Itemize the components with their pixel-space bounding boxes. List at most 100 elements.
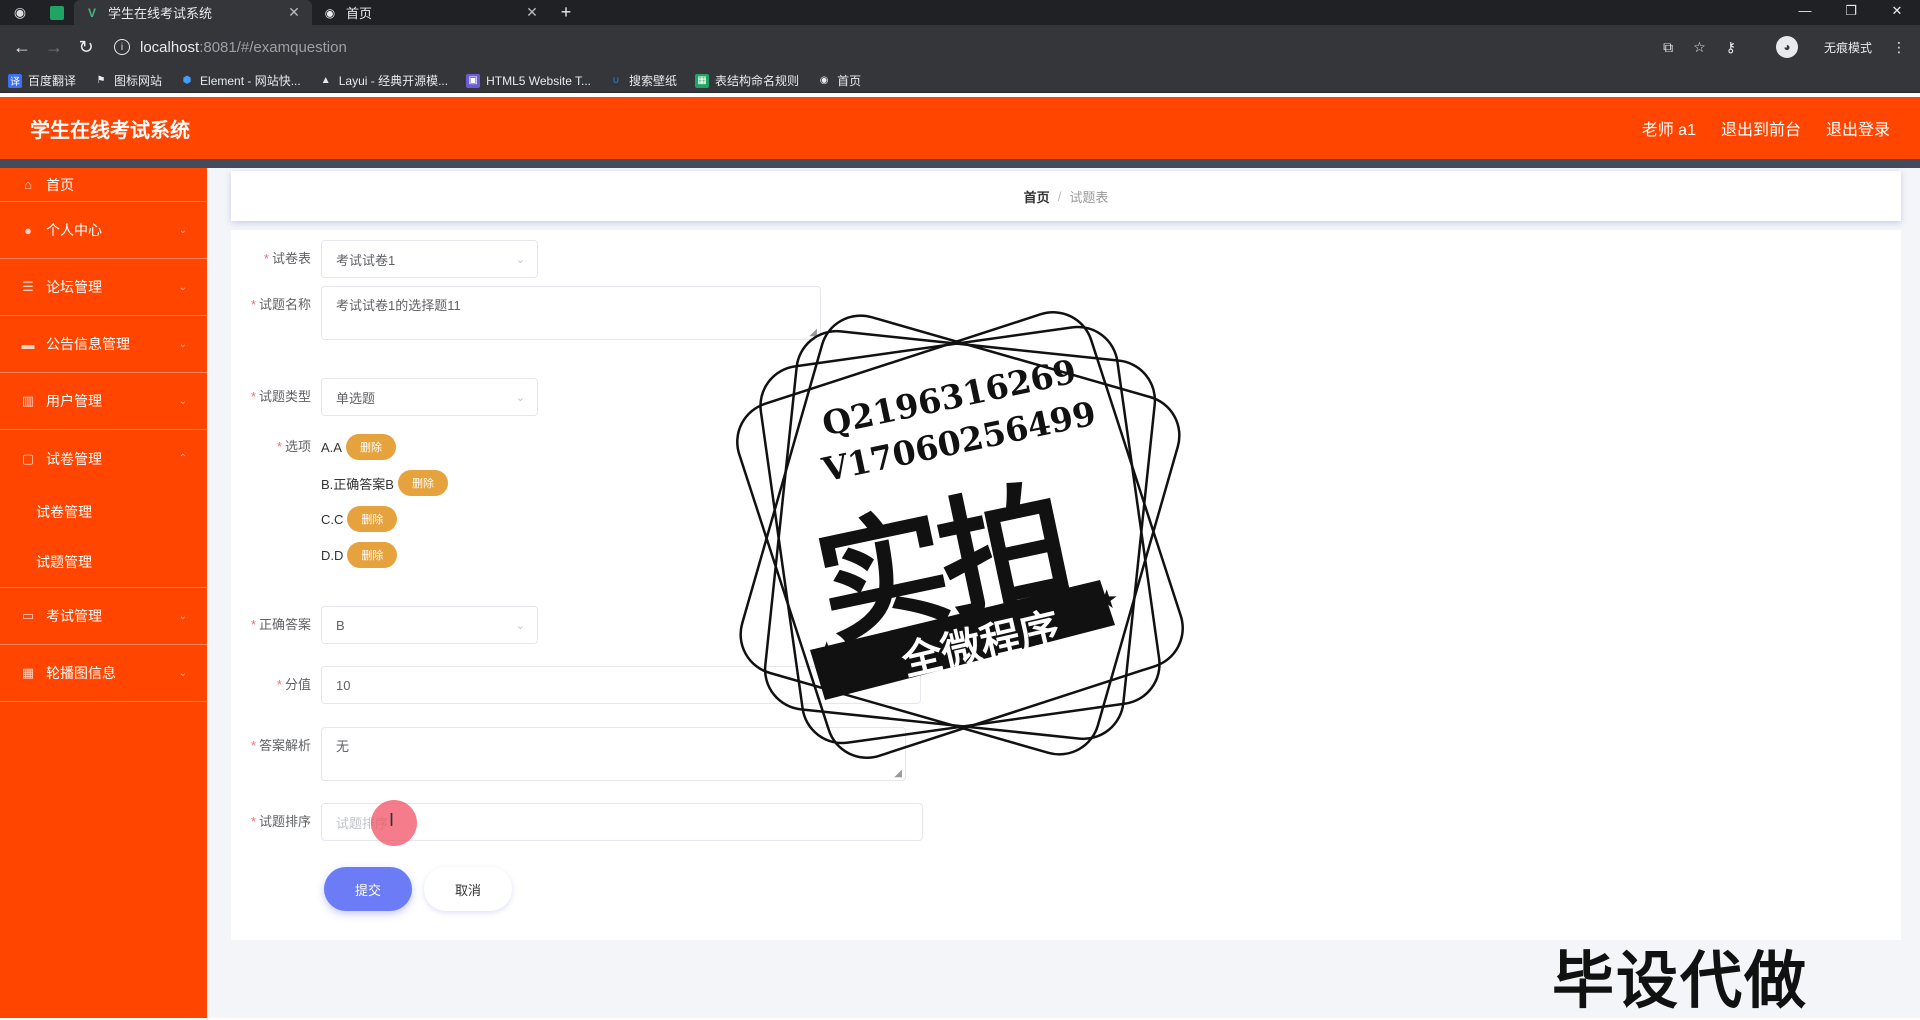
- option-item: A.A 删除: [321, 434, 448, 460]
- address-bar: ← → ↻ i localhost:8081/#/examquestion ⧉ …: [0, 25, 1920, 69]
- html5-icon: ▣: [466, 73, 481, 88]
- submenu-papers: 试卷管理 试题管理: [0, 487, 207, 588]
- sidebar-item-label: 个人中心: [46, 222, 102, 238]
- incognito-label: 无痕模式: [1823, 40, 1872, 55]
- delete-option-button[interactable]: 删除: [397, 470, 448, 496]
- incognito-icon: ◕: [1775, 36, 1798, 58]
- watermark-stamp: ★ ★ Q2196316269 V17060256499 实拍 全微程序: [720, 290, 1200, 790]
- paper-select[interactable]: 考试试卷1 ⌄: [321, 240, 538, 278]
- chevron-down-icon: ⌄: [178, 281, 187, 293]
- sidebar-item-label: 轮播图信息: [46, 665, 116, 681]
- app-header: 学生在线考试系统 老师 a1 退出到前台 退出登录: [0, 97, 1920, 159]
- tab-title: 首页: [346, 6, 373, 21]
- back-icon[interactable]: ←: [8, 33, 36, 61]
- browser-menu-icon[interactable]: ◉: [0, 0, 40, 25]
- key-icon[interactable]: ⚷: [1726, 39, 1736, 56]
- breadcrumb: 首页 / 试题表: [231, 171, 1901, 221]
- bookmarks-bar: 译百度翻译 ⚑ 图标网站 ⬢ Element - 网站快... ▲ Layui - 经…: [0, 69, 1920, 93]
- layui-icon: ▲: [320, 75, 331, 86]
- bookmark-item[interactable]: ∪ 搜索壁纸: [609, 72, 677, 89]
- forward-icon[interactable]: →: [40, 33, 68, 61]
- watermark-bottom: 毕设代做: [1552, 944, 1809, 1017]
- sidebar-item-forum[interactable]: ☰ 论坛管理 ⌄: [0, 259, 207, 316]
- url-field[interactable]: i localhost:8081/#/examquestion: [104, 31, 1643, 63]
- close-icon[interactable]: ✕: [286, 4, 302, 21]
- chevron-down-icon: ⌄: [178, 610, 187, 622]
- sidebar-item-users[interactable]: ▥ 用户管理 ⌄: [0, 373, 207, 430]
- form-row-type: * 试题类型 单选题 ⌄: [231, 378, 538, 416]
- new-tab-button[interactable]: +: [550, 0, 582, 25]
- bookmark-item[interactable]: ▣ HTML5 Website T...: [466, 73, 591, 88]
- sidebar-item-carousel[interactable]: ▦ 轮播图信息 ⌄: [0, 645, 207, 702]
- sidebar-item-profile[interactable]: ● 个人中心 ⌄: [0, 202, 207, 259]
- form-label: * 试卷表: [263, 251, 311, 266]
- submit-button[interactable]: 提交: [324, 867, 412, 911]
- form-label: * 分值: [276, 677, 311, 692]
- answer-select[interactable]: B ⌄: [321, 606, 538, 644]
- chevron-down-icon: ⌄: [515, 391, 525, 404]
- sidebar-item-label: 考试管理: [46, 608, 102, 624]
- close-window-icon[interactable]: ✕: [1874, 0, 1920, 25]
- sidebar-item-papers[interactable]: ▢ 试卷管理 ⌃: [0, 430, 207, 487]
- chevron-down-icon: ⌄: [515, 619, 525, 632]
- bookmark-item[interactable]: ▲ Layui - 经典开源模...: [319, 72, 448, 89]
- star-icon[interactable]: ☆: [1693, 39, 1706, 56]
- doc-icon: ▭: [21, 608, 35, 623]
- bookmark-item[interactable]: 译百度翻译: [8, 72, 76, 89]
- list-icon: ☰: [22, 279, 34, 294]
- bookmark-item[interactable]: ▦ 表结构命名规则: [695, 72, 799, 89]
- form-label: * 试题名称: [250, 297, 311, 312]
- tab-exam-system[interactable]: V 学生在线考试系统 ✕: [74, 0, 312, 25]
- sidebar-item-exams[interactable]: ▭ 考试管理 ⌄: [0, 588, 207, 645]
- cancel-button[interactable]: 取消: [424, 867, 512, 911]
- delete-option-button[interactable]: 删除: [345, 434, 396, 460]
- form-row-answer: * 正确答案 B ⌄: [231, 606, 538, 644]
- url-path: :8081/#/examquestion: [199, 38, 347, 56]
- option-item: D.D 删除: [321, 542, 448, 568]
- chevron-down-icon: ⌄: [178, 338, 187, 350]
- sidebar-item-notice[interactable]: ▬ 公告信息管理 ⌄: [0, 316, 207, 373]
- info-icon[interactable]: i: [114, 39, 130, 55]
- sidebar-item-home[interactable]: ⌂ 首页: [0, 168, 207, 202]
- flag-icon: ⚑: [96, 75, 106, 86]
- sidebar: ⌂ 首页 ● 个人中心 ⌄ ☰ 论坛管理 ⌄ ▬ 公告信息管理 ⌄ ▥ 用户管理…: [0, 168, 207, 1018]
- bookmark-item[interactable]: ⬢ Element - 网站快...: [180, 72, 301, 89]
- close-icon[interactable]: ✕: [524, 4, 540, 21]
- restore-icon[interactable]: ❐: [1828, 0, 1874, 25]
- minimize-icon[interactable]: —: [1782, 0, 1828, 25]
- text-cursor-icon: I: [389, 810, 395, 830]
- tab-title: 学生在线考试系统: [108, 6, 213, 21]
- reload-icon[interactable]: ↻: [72, 33, 100, 61]
- bookmark-item[interactable]: ⚑ 图标网站: [94, 72, 163, 89]
- delete-option-button[interactable]: 删除: [347, 542, 398, 568]
- element-icon: ⬢: [182, 75, 192, 86]
- bookmark-item[interactable]: ◉ 首页: [817, 72, 861, 89]
- address-actions: ⧉ ☆ ⚷ ◕ 无痕模式 ⋮: [1643, 36, 1912, 58]
- more-icon[interactable]: ⋮: [1892, 39, 1906, 56]
- logout-link[interactable]: 退出登录: [1826, 116, 1890, 140]
- question-type-select[interactable]: 单选题 ⌄: [321, 378, 538, 416]
- option-item: B.正确答案B 删除: [321, 470, 448, 496]
- sidebar-subitem-question-manage[interactable]: 试题管理: [0, 537, 207, 587]
- form-row-options: * 选项 A.A 删除 B.正确答案B 删除 C.C 删除 D.D 删除: [231, 434, 448, 568]
- breadcrumb-home[interactable]: 首页: [1024, 187, 1050, 206]
- back-to-front-link[interactable]: 退出到前台: [1721, 116, 1801, 140]
- chevron-up-icon: ⌃: [178, 453, 187, 464]
- translate-icon[interactable]: ⧉: [1663, 39, 1673, 56]
- form-label: * 试题类型: [250, 389, 311, 404]
- incognito-badge[interactable]: ◕ 无痕模式: [1756, 36, 1872, 58]
- chevron-down-icon: ⌄: [178, 224, 187, 236]
- header-divider: [0, 159, 1920, 168]
- url-host: localhost: [140, 38, 200, 56]
- pinned-tab-icon[interactable]: [40, 0, 74, 25]
- form-row-sort: * 试题排序 试题排序: [231, 803, 923, 841]
- wallpaper-icon: ∪: [612, 75, 620, 86]
- star-icon: ★: [1095, 584, 1118, 614]
- form-label: * 选项: [276, 439, 311, 454]
- sidebar-subitem-paper-manage[interactable]: 试卷管理: [0, 487, 207, 537]
- tab-home[interactable]: ◉ 首页 ✕: [312, 0, 550, 25]
- translate-icon: 译: [8, 73, 22, 88]
- chevron-down-icon: ⌄: [178, 667, 187, 679]
- delete-option-button[interactable]: 删除: [347, 506, 398, 532]
- message-icon: ▬: [21, 336, 35, 352]
